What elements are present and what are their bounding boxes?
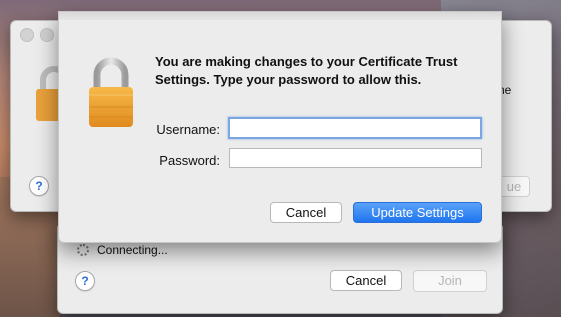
username-label: Username: <box>156 122 220 137</box>
connecting-status: Connecting... <box>77 243 168 257</box>
connect-cancel-button[interactable]: Cancel <box>330 270 402 291</box>
authentication-dialog: You are making changes to your Certifica… <box>58 11 502 243</box>
connecting-text: Connecting... <box>97 243 168 257</box>
dialog-message: You are making changes to your Certifica… <box>155 54 458 87</box>
cancel-button[interactable]: Cancel <box>270 202 342 223</box>
minimize-window-button[interactable] <box>40 28 54 42</box>
update-settings-button[interactable]: Update Settings <box>353 202 482 223</box>
spinner-icon <box>77 244 89 256</box>
password-field[interactable] <box>229 148 482 168</box>
join-button[interactable]: Join <box>413 270 487 292</box>
password-label: Password: <box>159 153 220 168</box>
close-window-button[interactable] <box>20 28 34 42</box>
background-help-button[interactable]: ? <box>29 176 49 196</box>
sheet-top-edge <box>59 12 501 20</box>
background-partial-button[interactable]: ue <box>498 176 530 197</box>
connect-help-button[interactable]: ? <box>75 271 95 291</box>
lock-icon <box>89 57 133 127</box>
username-field[interactable] <box>228 117 482 139</box>
